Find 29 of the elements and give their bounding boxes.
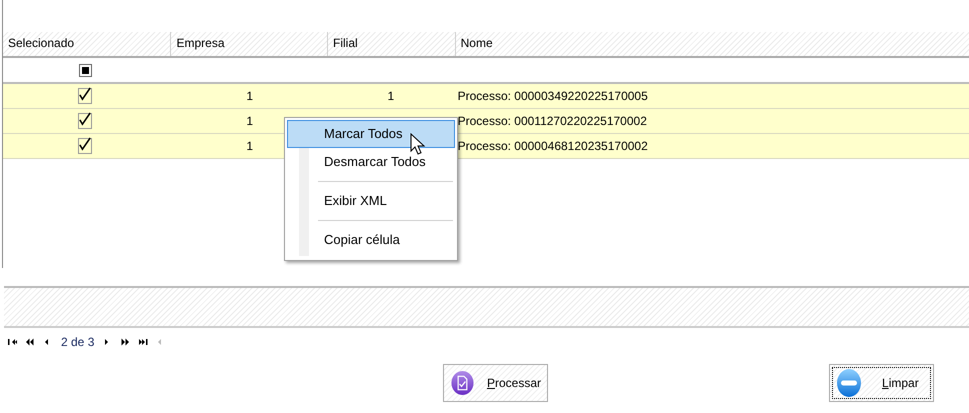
table-cell: 1 [246,139,254,153]
table-cell: 1 [246,114,254,128]
menu-item[interactable]: Marcar Todos [287,120,455,148]
last-page-icon[interactable] [138,337,148,347]
page-indicator: 2 de 3 [61,335,94,349]
row-checkbox[interactable] [78,113,92,129]
column-header[interactable]: Selecionado [3,32,170,56]
menu-item[interactable]: Copiar célula [287,226,455,254]
rewind-icon[interactable] [25,337,35,347]
menu-item[interactable]: Exibir XML [287,187,455,215]
row-checkbox[interactable] [78,88,92,104]
table-cell: Processo: 00000468120235170002 [458,139,648,153]
table-cell: Processo: 00011270220225170002 [458,114,647,128]
table-cell: Processo: 00000349220225170005 [458,89,648,103]
document-check-icon [450,370,475,396]
column-header[interactable]: Nome [454,32,969,56]
table-cell: 1 [246,89,254,103]
column-header[interactable]: Empresa [170,32,328,56]
process-button[interactable]: Processar [443,364,548,402]
pointer-cursor-icon [410,133,426,157]
first-page-icon[interactable] [7,337,17,347]
fast-forward-icon[interactable] [120,337,130,347]
minus-icon [836,368,862,398]
menu-item[interactable]: Desmarcar Todos [287,148,455,176]
table-cell: 1 [387,89,394,103]
row-checkbox[interactable] [78,138,92,154]
select-all-checkbox[interactable] [79,64,92,76]
column-header[interactable]: Filial [327,32,455,56]
clear-button[interactable]: Limpar [829,364,934,402]
